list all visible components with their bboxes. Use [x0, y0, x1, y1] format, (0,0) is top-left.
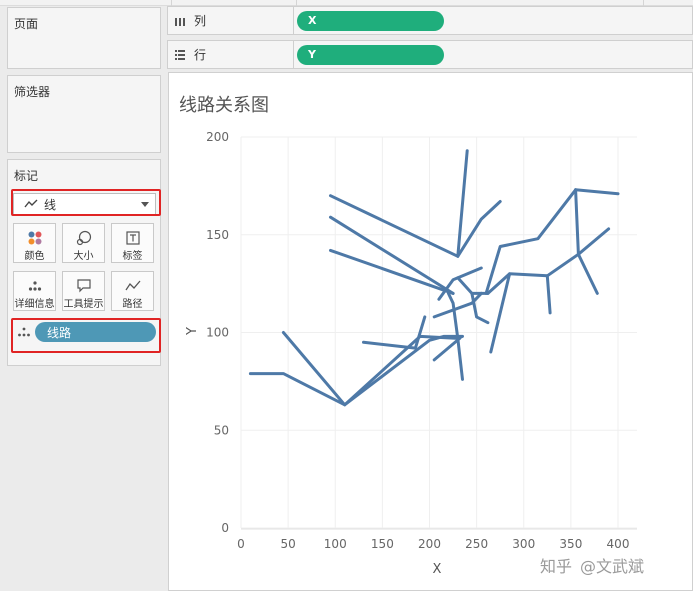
- tooltip-icon: [76, 278, 91, 292]
- detail-icon: [28, 280, 41, 291]
- filters-panel[interactable]: 筛选器: [7, 75, 161, 153]
- label-card[interactable]: 标签: [111, 223, 154, 263]
- route-line-1[interactable]: [248, 291, 464, 407]
- viz-canvas[interactable]: 线路关系图 0 50 100 150 200 0 50 100 150 200 250 300 350 4…: [168, 72, 693, 591]
- x-tick-label: 100: [324, 537, 347, 551]
- route-line-18[interactable]: [489, 272, 512, 354]
- route-line-chart[interactable]: 0 50 100 150 200 0 50 100 150 200 250 300 350 400 X Y: [169, 73, 693, 591]
- x-tick-label: 300: [512, 537, 535, 551]
- route-line-16[interactable]: [576, 227, 611, 256]
- y-tick-label: 100: [206, 326, 229, 340]
- x-tick-label: 50: [280, 537, 295, 551]
- path-card[interactable]: 路径: [111, 271, 154, 311]
- mark-type-dropdown[interactable]: 线: [13, 193, 156, 215]
- route-line-17[interactable]: [486, 252, 580, 295]
- size-icon: [76, 230, 91, 245]
- rows-shelf-label: 行: [168, 41, 294, 68]
- color-icon: [28, 231, 41, 244]
- route-field-pill[interactable]: 线路: [35, 322, 156, 342]
- size-card[interactable]: 大小: [62, 223, 105, 263]
- columns-icon: [175, 17, 185, 26]
- y-axis-title: Y: [185, 327, 200, 336]
- detail-card-label: 详细信息: [14, 299, 55, 310]
- columns-label-text: 列: [194, 14, 207, 28]
- line-mark-icon: [24, 199, 38, 208]
- columns-shelf-label: 列: [168, 7, 294, 34]
- watermark-author: @文武斌: [580, 557, 645, 576]
- detail-field-row[interactable]: 线路: [13, 322, 156, 342]
- columns-shelf[interactable]: 列 X: [167, 6, 693, 35]
- detail-card[interactable]: 详细信息: [13, 271, 56, 311]
- x-tick-label: 350: [559, 537, 582, 551]
- route-line-13[interactable]: [484, 188, 578, 295]
- y-field-pill[interactable]: Y: [297, 44, 444, 65]
- rows-icon: [175, 49, 185, 60]
- color-card-label: 颜色: [24, 251, 45, 262]
- y-tick-label: 0: [221, 521, 229, 535]
- label-card-label: 标签: [122, 251, 143, 262]
- pages-panel[interactable]: 页面: [7, 7, 161, 69]
- color-card[interactable]: 颜色: [13, 223, 56, 263]
- y-tick-label: 200: [206, 130, 229, 144]
- x-field-pill[interactable]: X: [297, 10, 444, 31]
- y-tick-label: 150: [206, 228, 229, 242]
- chevron-down-icon[interactable]: [141, 202, 149, 207]
- path-icon: [124, 280, 140, 290]
- mark-type-label: 线: [44, 197, 57, 212]
- x-tick-label: 200: [418, 537, 441, 551]
- watermark-brand: 知乎: [540, 557, 573, 576]
- route-line-3[interactable]: [329, 149, 469, 258]
- route-line-9[interactable]: [456, 276, 490, 325]
- marks-panel-title: 标记: [14, 169, 39, 183]
- route-line-11[interactable]: [456, 200, 502, 258]
- x-axis-title: X: [433, 562, 442, 577]
- tooltip-card[interactable]: 工具提示: [62, 271, 105, 311]
- rows-label-text: 行: [194, 48, 207, 62]
- x-tick-label: 150: [371, 537, 394, 551]
- y-tick-label: 50: [214, 423, 229, 437]
- detail-icon: [18, 327, 30, 337]
- watermark: 知乎 @文武斌: [540, 553, 644, 577]
- route-line-19[interactable]: [545, 274, 552, 315]
- tooltip-card-label: 工具提示: [63, 299, 104, 310]
- x-tick-label: 0: [237, 537, 245, 551]
- route-line-7[interactable]: [432, 336, 462, 362]
- filters-panel-title: 筛选器: [14, 85, 51, 99]
- x-tick-label: 400: [607, 537, 630, 551]
- rows-shelf[interactable]: 行 Y: [167, 40, 693, 69]
- size-card-label: 大小: [73, 251, 94, 262]
- marks-panel: 标记 线 颜色 大小 标签 详细信息 工具提示 路径 线路: [7, 159, 161, 366]
- pages-panel-title: 页面: [14, 17, 39, 31]
- label-icon: [125, 230, 140, 245]
- x-tick-label: 250: [465, 537, 488, 551]
- path-card-label: 路径: [122, 299, 143, 310]
- route-line-14[interactable]: [574, 188, 620, 196]
